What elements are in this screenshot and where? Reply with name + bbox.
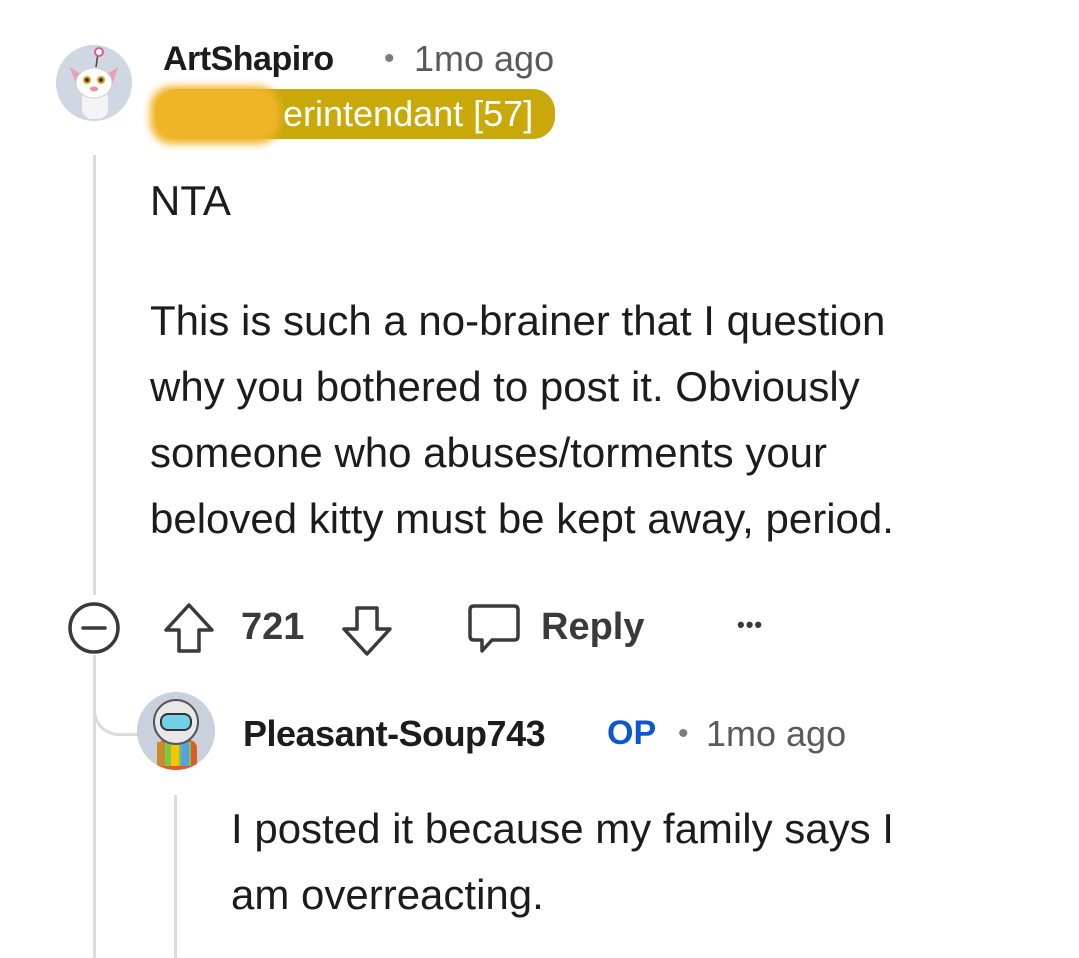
comment-body-line: beloved kitty must be kept away, period. (150, 495, 894, 542)
thread-connector (93, 655, 144, 736)
comment-body-line: someone who abuses/torments your (150, 429, 828, 476)
more-options-icon[interactable]: ••• (737, 612, 763, 638)
reply-button[interactable]: Reply (541, 606, 644, 649)
comment-body-line: This is such a no-brainer that I questio… (150, 297, 886, 344)
thread-line-main (93, 155, 96, 595)
thread-line-reply (174, 795, 177, 958)
vote-score: 721 (241, 606, 305, 648)
comment-author[interactable]: ArtShapiro (163, 40, 334, 79)
comment-body-first-line: NTA (150, 177, 231, 224)
reply-author[interactable]: Pleasant-Soup743 (243, 713, 546, 755)
reply-bubble-icon[interactable] (466, 602, 522, 656)
upvote-icon[interactable] (162, 600, 216, 656)
comment-timestamp: 1mo ago (414, 38, 555, 79)
comment-body: This is such a no-brainer that I questio… (150, 288, 1050, 552)
reply-avatar[interactable] (137, 692, 215, 770)
reply-body: I posted it because my family says I am … (231, 796, 1071, 928)
comment-body-line: why you bothered to post it. Obviously (150, 363, 860, 410)
meta-separator: • (384, 42, 395, 75)
op-badge: OP (607, 714, 657, 752)
avatar[interactable] (56, 45, 132, 121)
reply-meta-separator: • (678, 717, 689, 750)
reply-body-line: am overreacting. (231, 871, 544, 918)
flair-redaction (150, 86, 280, 144)
reply-body-line: I posted it because my family says I (231, 805, 894, 852)
reply-timestamp: 1mo ago (706, 713, 847, 754)
avatar-cat-icon (56, 45, 132, 121)
downvote-icon[interactable] (340, 603, 394, 659)
collapse-icon[interactable] (66, 600, 122, 656)
avatar-astronaut-icon (137, 692, 215, 770)
